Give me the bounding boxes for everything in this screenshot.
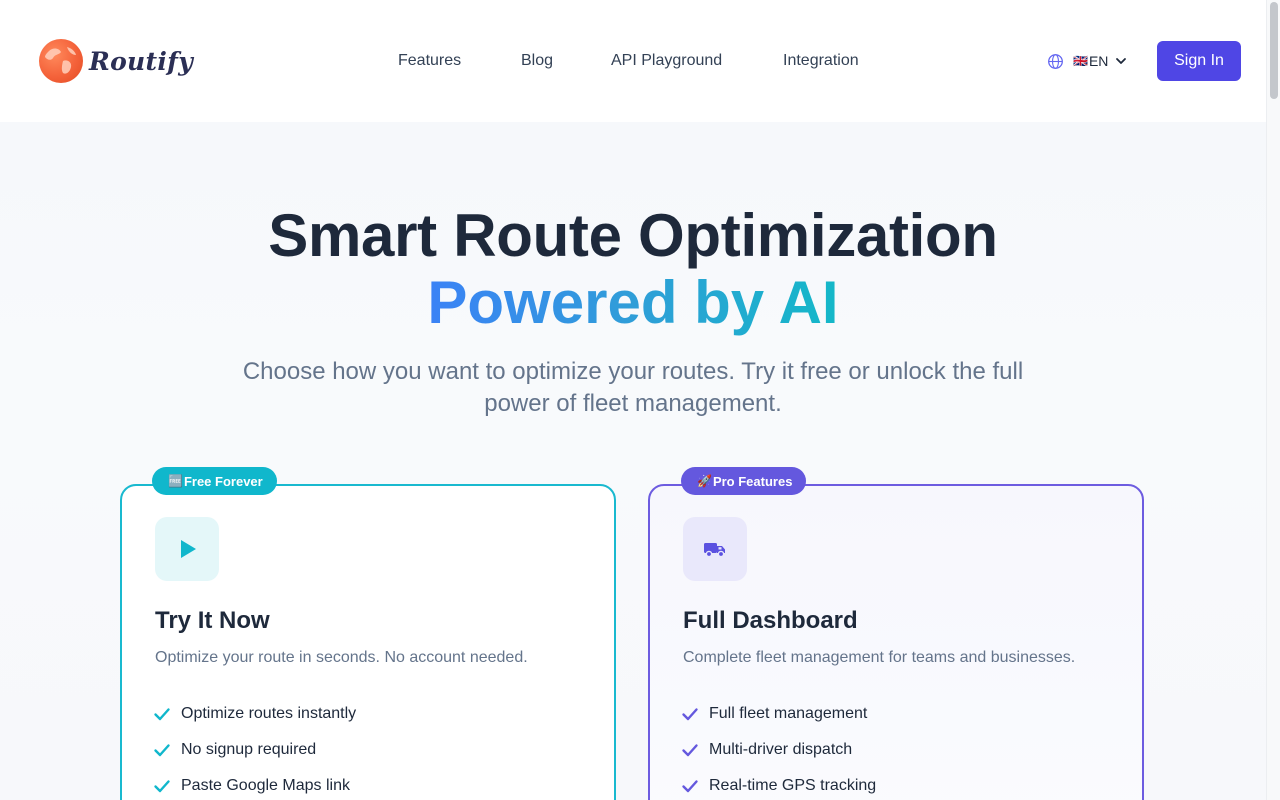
nav-link-api-playground[interactable]: API Playground [611,51,722,71]
nav-link-integration[interactable]: Integration [783,51,859,71]
list-item: Real-time GPS tracking [681,768,876,800]
feature-text: Multi-driver dispatch [709,741,853,758]
brand-logo[interactable]: Routify [39,39,193,83]
language-code: EN [1088,53,1109,69]
sign-in-button[interactable]: Sign In [1157,41,1241,81]
free-plan-card[interactable]: Try It Now Optimize your route in second… [120,484,616,800]
check-icon [154,708,170,721]
check-icon [682,780,698,793]
list-item: Full fleet management [681,696,876,732]
free-forever-badge: 🆓 Free Forever [152,467,277,495]
free-icon: 🆓 [168,474,183,488]
language-selector[interactable]: 🇬🇧 EN [1047,51,1127,71]
check-icon [154,780,170,793]
truck-icon [704,543,725,558]
page-scrollbar[interactable] [1266,0,1280,800]
feature-text: Real-time GPS tracking [709,777,877,794]
chevron-down-icon [1116,58,1127,64]
globe-logo-icon [39,39,83,83]
hero-title-highlight: Powered by AI [0,272,1266,334]
card-description: Complete fleet management for teams and … [683,649,1076,666]
hero-subtitle: Choose how you want to optimize your rou… [242,358,1024,417]
check-icon [682,708,698,721]
list-item: Optimize routes instantly [153,696,356,732]
play-icon [181,540,196,558]
list-item: Multi-driver dispatch [681,732,876,768]
hero-title: Smart Route Optimization [268,202,998,269]
badge-label: Free Forever [183,473,263,489]
hero-title-gradient-text: Powered by AI [427,269,839,336]
play-icon-container [155,517,219,581]
feature-list: Full fleet management Multi-driver dispa… [681,696,876,800]
feature-text: Optimize routes instantly [181,705,357,722]
feature-text: Full fleet management [709,705,868,722]
truck-icon-container [683,517,747,581]
pro-plan-card[interactable]: Full Dashboard Complete fleet management… [648,484,1144,800]
check-icon [682,744,698,757]
brand-name: Routify [89,46,194,76]
card-description: Optimize your route in seconds. No accou… [155,649,528,666]
card-title: Full Dashboard [683,607,858,634]
check-icon [154,744,170,757]
rocket-icon: 🚀 [697,474,712,488]
scrollbar-thumb[interactable] [1270,2,1278,99]
globe-icon [1048,53,1063,69]
list-item: No signup required [153,732,356,768]
nav-link-features[interactable]: Features [398,51,461,71]
feature-list: Optimize routes instantly No signup requ… [153,696,356,800]
pro-features-badge: 🚀 Pro Features [681,467,807,495]
feature-text: Paste Google Maps link [181,777,350,794]
badge-label: Pro Features [712,473,793,489]
list-item: Paste Google Maps link [153,768,356,800]
uk-flag-icon: 🇬🇧 [1073,54,1088,68]
feature-text: No signup required [181,741,317,758]
nav-link-blog[interactable]: Blog [521,51,553,71]
card-title: Try It Now [155,607,270,634]
site-header: Routify Features Blog API Playground Int… [0,0,1266,122]
